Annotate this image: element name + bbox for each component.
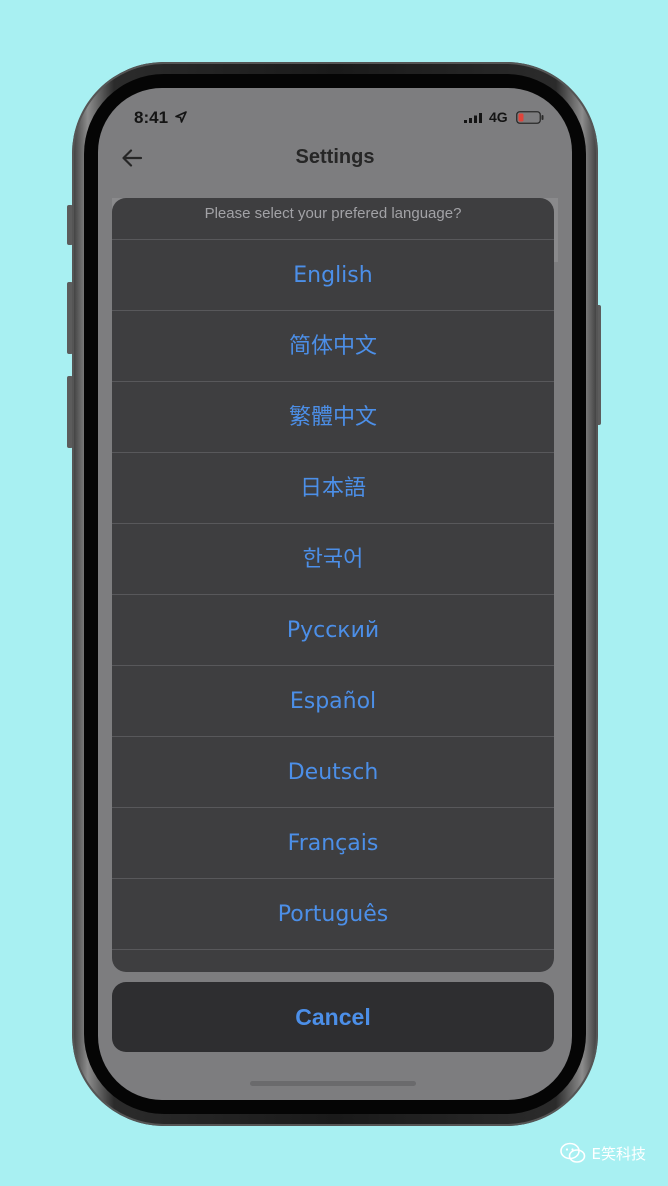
language-option-portuguese[interactable]: Português <box>112 879 554 950</box>
language-option-german[interactable]: Deutsch <box>112 737 554 808</box>
status-time: 8:41 <box>134 108 169 127</box>
cancel-button[interactable]: Cancel <box>112 982 554 1052</box>
language-option-traditional-chinese[interactable]: 繁體中文 <box>112 382 554 453</box>
watermark: E笑科技 <box>559 1142 646 1164</box>
language-option-french[interactable]: Français <box>112 808 554 879</box>
phone-screen: 8:41 4G Settings Please select your pref… <box>98 88 572 1100</box>
stage: 8:41 4G Settings Please select your pref… <box>0 0 668 1186</box>
sheet-message: Please select your prefered language? <box>112 198 554 240</box>
battery-low-icon <box>516 111 544 124</box>
page-title: Settings <box>295 146 375 168</box>
watermark-text: E笑科技 <box>591 1144 646 1163</box>
home-indicator[interactable] <box>250 1081 416 1086</box>
language-option-japanese[interactable]: 日本語 <box>112 453 554 524</box>
network-type: 4G <box>489 109 508 125</box>
language-option-simplified-chinese[interactable]: 简体中文 <box>112 311 554 382</box>
language-option-spanish[interactable]: Español <box>112 666 554 737</box>
language-option-russian[interactable]: Русский <box>112 595 554 666</box>
location-arrow-icon <box>175 111 187 123</box>
wechat-logo-icon <box>559 1142 585 1163</box>
language-action-sheet: Please select your prefered language? En… <box>112 198 554 972</box>
language-option-korean[interactable]: 한국어 <box>112 524 554 595</box>
language-option-english[interactable]: English <box>112 240 554 311</box>
cellular-signal-icon <box>464 113 482 123</box>
